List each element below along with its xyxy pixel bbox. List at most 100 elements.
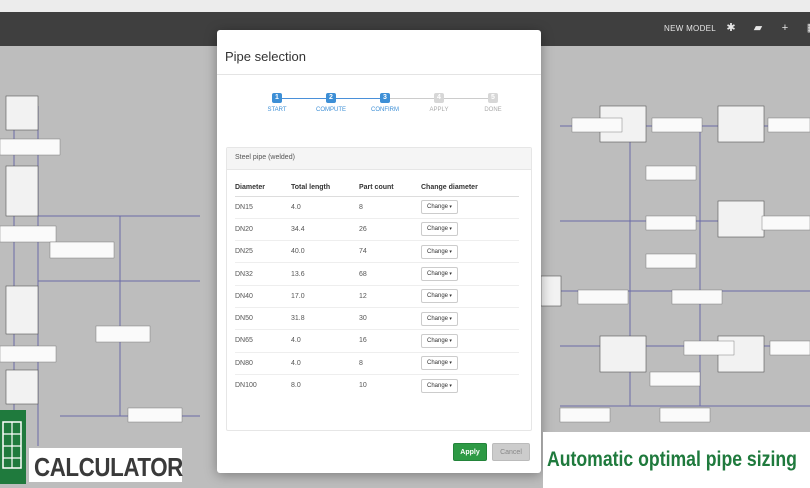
cell-change: Change ▾ bbox=[421, 351, 519, 375]
change-button-label: Change bbox=[427, 382, 449, 389]
wizard-step-done: 5 DONE bbox=[473, 93, 513, 113]
change-diameter-button[interactable]: Change ▾ bbox=[421, 356, 458, 371]
table-row: DN80 4.0 8 Change ▾ bbox=[235, 351, 519, 375]
table-row: DN65 4.0 16 Change ▾ bbox=[235, 329, 519, 353]
cell-count: 8 bbox=[359, 351, 421, 375]
wizard-step-start: 1 START bbox=[257, 93, 297, 113]
caret-down-icon: ▾ bbox=[448, 204, 452, 211]
wizard-step-compute: 2 COMPUTE bbox=[311, 93, 351, 113]
calculator-label: CALCULATOR bbox=[34, 452, 183, 482]
table-row: DN50 31.8 30 Change ▾ bbox=[235, 306, 519, 330]
step-number: 2 bbox=[326, 93, 336, 103]
table-row: DN40 17.0 12 Change ▾ bbox=[235, 284, 519, 308]
cell-length: 4.0 bbox=[291, 195, 359, 219]
wizard-step-confirm: 3 CONFIRM bbox=[365, 93, 405, 113]
cell-length: 17.0 bbox=[291, 284, 359, 308]
caret-down-icon: ▾ bbox=[448, 382, 452, 389]
cell-change: Change ▾ bbox=[421, 306, 519, 330]
dialog-title: Pipe selection bbox=[225, 49, 306, 64]
table-row: DN25 40.0 74 Change ▾ bbox=[235, 240, 519, 263]
table-row: DN32 13.6 68 Change ▾ bbox=[235, 262, 519, 286]
cell-diameter: DN15 bbox=[235, 195, 291, 219]
cell-length: 34.4 bbox=[291, 217, 359, 241]
folder-icon[interactable]: ▰ bbox=[749, 19, 767, 37]
cell-count: 26 bbox=[359, 217, 421, 241]
grid-icon[interactable]: ▦ bbox=[803, 19, 810, 37]
cell-diameter: DN65 bbox=[235, 329, 291, 353]
caption-text: Automatic optimal pipe sizing bbox=[547, 448, 797, 471]
cell-count: 8 bbox=[359, 195, 421, 219]
pipe-selection-dialog: Pipe selection 1 START 2 COMPUTE 3 CONFIRM 4 AP… bbox=[217, 30, 541, 473]
change-diameter-button[interactable]: Change ▾ bbox=[421, 244, 458, 259]
cell-count: 16 bbox=[359, 329, 421, 353]
cell-length: 13.6 bbox=[291, 262, 359, 286]
add-icon[interactable]: + bbox=[776, 19, 794, 37]
caret-down-icon: ▾ bbox=[448, 360, 452, 367]
title-divider bbox=[217, 74, 541, 75]
cell-change: Change ▾ bbox=[421, 217, 519, 241]
change-diameter-button[interactable]: Change ▾ bbox=[421, 222, 458, 237]
change-button-label: Change bbox=[427, 226, 449, 233]
diameter-table: Diameter Total length Part count Change … bbox=[235, 180, 519, 397]
step-label: APPLY bbox=[429, 107, 449, 113]
cell-diameter: DN50 bbox=[235, 306, 291, 330]
change-diameter-button[interactable]: Change ▾ bbox=[421, 333, 458, 348]
change-button-label: Change bbox=[427, 293, 449, 300]
cell-count: 68 bbox=[359, 262, 421, 286]
change-diameter-button[interactable]: Change ▾ bbox=[421, 378, 458, 393]
cell-diameter: DN25 bbox=[235, 240, 291, 263]
step-number: 3 bbox=[380, 93, 390, 103]
gear-icon[interactable]: ✱ bbox=[722, 19, 740, 37]
wizard-step-apply: 4 APPLY bbox=[419, 93, 459, 113]
cell-count: 30 bbox=[359, 306, 421, 330]
change-button-label: Change bbox=[427, 315, 449, 322]
column-header-count: Part count bbox=[359, 180, 421, 197]
cell-change: Change ▾ bbox=[421, 240, 519, 263]
apply-button[interactable]: Apply bbox=[453, 443, 487, 461]
cell-length: 4.0 bbox=[291, 329, 359, 353]
caret-down-icon: ▾ bbox=[448, 248, 452, 255]
cancel-button[interactable]: Cancel bbox=[492, 443, 530, 461]
cell-diameter: DN32 bbox=[235, 262, 291, 286]
caret-down-icon: ▾ bbox=[448, 315, 452, 322]
cell-diameter: DN100 bbox=[235, 373, 291, 397]
column-header-length: Total length bbox=[291, 180, 359, 197]
table-row: DN100 8.0 10 Change ▾ bbox=[235, 373, 519, 397]
cell-count: 10 bbox=[359, 373, 421, 397]
caret-down-icon: ▾ bbox=[448, 226, 452, 233]
cell-length: 40.0 bbox=[291, 240, 359, 263]
cell-diameter: DN40 bbox=[235, 284, 291, 308]
cell-length: 4.0 bbox=[291, 351, 359, 375]
cell-change: Change ▾ bbox=[421, 262, 519, 286]
table-row: DN15 4.0 8 Change ▾ bbox=[235, 195, 519, 219]
cell-change: Change ▾ bbox=[421, 329, 519, 353]
spreadsheet-logo-icon bbox=[0, 410, 26, 484]
change-diameter-button[interactable]: Change ▾ bbox=[421, 289, 458, 304]
cell-change: Change ▾ bbox=[421, 195, 519, 219]
table-header-row: Diameter Total length Part count Change … bbox=[235, 180, 519, 197]
change-button-label: Change bbox=[427, 337, 449, 344]
change-diameter-button[interactable]: Change ▾ bbox=[421, 311, 458, 326]
step-label: START bbox=[267, 107, 287, 113]
table-row: DN20 34.4 26 Change ▾ bbox=[235, 217, 519, 241]
change-button-label: Change bbox=[427, 204, 449, 211]
top-strip bbox=[0, 0, 810, 12]
cell-diameter: DN20 bbox=[235, 217, 291, 241]
caret-down-icon: ▾ bbox=[448, 271, 452, 278]
caret-down-icon: ▾ bbox=[448, 337, 452, 344]
step-number: 1 bbox=[272, 93, 282, 103]
change-diameter-button[interactable]: Change ▾ bbox=[421, 267, 458, 282]
step-number: 5 bbox=[488, 93, 498, 103]
model-name: NEW MODEL bbox=[664, 24, 717, 33]
step-label: DONE bbox=[484, 107, 502, 113]
cell-count: 12 bbox=[359, 284, 421, 308]
caret-down-icon: ▾ bbox=[448, 293, 452, 300]
pipe-group-panel: Steel pipe (welded) Diameter Total lengt… bbox=[226, 147, 532, 431]
column-header-diameter: Diameter bbox=[235, 180, 291, 197]
cell-length: 31.8 bbox=[291, 306, 359, 330]
wizard-steps: 1 START 2 COMPUTE 3 CONFIRM 4 APPLY 5 DONE bbox=[257, 93, 502, 123]
column-header-change: Change diameter bbox=[421, 180, 519, 197]
panel-title: Steel pipe (welded) bbox=[227, 148, 531, 170]
change-diameter-button[interactable]: Change ▾ bbox=[421, 200, 458, 215]
change-button-label: Change bbox=[427, 360, 449, 367]
